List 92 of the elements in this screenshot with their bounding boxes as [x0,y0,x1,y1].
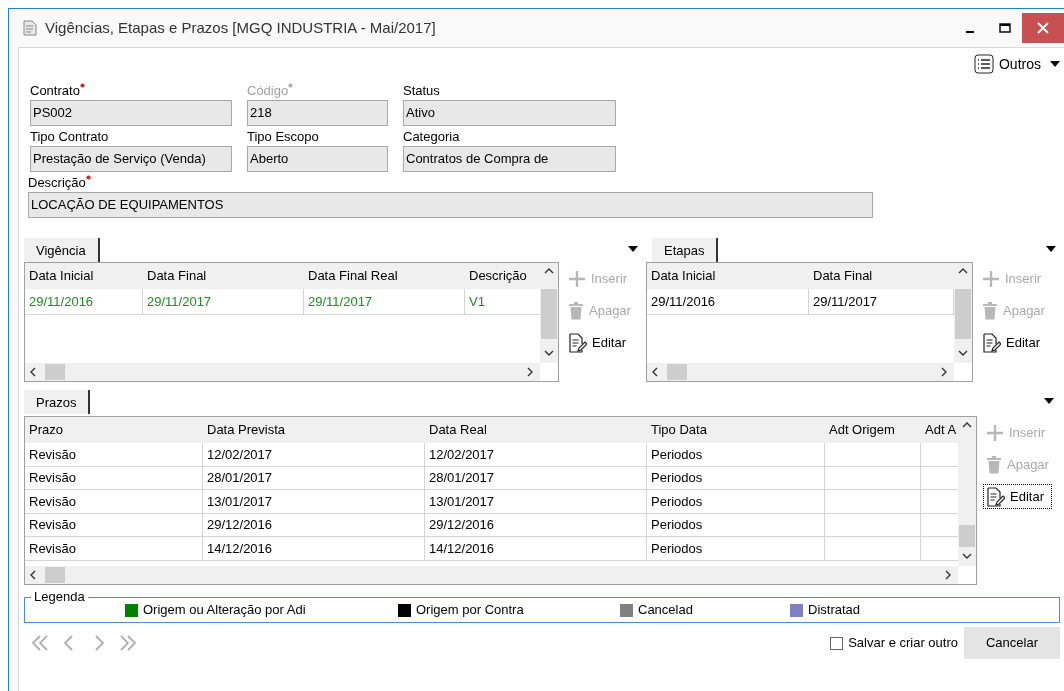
table-cell-text: 29/11/2017 [813,292,878,311]
document-icon [23,20,37,36]
legend-label: Origem ou Alteração por Adi [143,601,306,620]
edit-button[interactable]: Editar [979,330,1048,355]
text-field[interactable]: LOCAÇÃO DE EQUIPAMENTOS [28,192,873,218]
list-icon [974,54,994,74]
table-cell-text: V1 [469,292,485,311]
table-cell-text: Revisão [29,539,76,558]
column-header[interactable]: Prazo [29,420,63,440]
field-label: Código [247,81,289,100]
scrollbar-thumb[interactable] [541,289,557,339]
table-row[interactable]: 29/11/2016 29/11/2017 [647,289,954,315]
scrollbar-thumb[interactable] [959,525,975,547]
table-cell-text: 13/01/2017 [429,492,495,511]
text-field[interactable]: PS002 [30,100,232,126]
caret-down-icon[interactable] [1044,398,1054,404]
column-header[interactable]: Tipo Data [651,420,707,440]
table-cell-text: 29/11/2017 [147,292,212,311]
scrollbar-thumb[interactable] [45,364,65,380]
text-field[interactable]: Prestação de Serviço (Venda) [30,146,232,172]
close-button[interactable] [1022,13,1064,43]
document-pencil-icon [982,332,1001,353]
edit-button[interactable]: Editar [565,330,634,355]
caret-down-icon[interactable] [628,246,638,252]
plus-icon [568,269,586,288]
table-cell-text: Revisão [29,492,76,511]
text-field[interactable]: Contratos de Compra de [403,146,616,172]
edit-button[interactable]: Editar [983,484,1052,509]
plus-icon [982,269,1000,288]
field-label: Contrato [30,81,80,100]
table-cell-text: Periodos [651,492,703,511]
column-header[interactable]: Adt A [925,420,957,440]
table-cell-text: 29/11/2016 [29,292,94,311]
table-cell-text: Periodos [651,469,703,487]
table-cell-text: Periodos [651,445,703,464]
column-header[interactable]: Adt Origem [829,420,895,440]
column-header[interactable]: Descrição [469,266,527,286]
caret-down-icon[interactable] [1046,246,1056,252]
column-header[interactable]: Data Real [429,420,487,440]
legend-title: Legenda [31,589,88,605]
caret-down-icon [1050,61,1060,67]
field-label: Descrição [28,173,86,192]
scrollbar-thumb[interactable] [955,289,971,339]
column-header[interactable]: Data Final [813,266,873,286]
tab[interactable]: Etapas [652,240,717,262]
field-label: Tipo Escopo [247,127,319,146]
legend-label: Distratad [808,601,861,620]
trash-icon [568,301,584,320]
table-cell-text: 12/02/2017 [429,445,495,464]
table-cell-text: 13/01/2017 [207,492,273,511]
save-and-new-checkbox[interactable]: Salvar e criar outro [830,633,958,653]
trash-icon [982,301,998,320]
table-cell-text: 14/12/2016 [207,539,273,558]
table-cell-text: 28/01/2017 [429,469,495,487]
maximize-icon [998,23,1011,33]
tab[interactable]: Prazos [24,392,89,414]
close-icon [1037,22,1049,34]
field-label: Status [403,81,440,100]
document-pencil-icon [568,332,587,353]
table-cell-text: 29/12/2016 [207,516,273,534]
legend-label: Cancelad [638,601,693,620]
column-header[interactable]: Data Inicial [651,266,716,286]
scrollbar-thumb[interactable] [667,364,687,380]
window-title: Vigências, Etapas e Prazos [MGQ INDUSTRIA - Mai/2017] [45,17,436,38]
tab[interactable]: Vigência [24,240,98,262]
text-field[interactable]: Aberto [247,146,388,172]
table-cell-text: Periodos [651,539,703,558]
document-pencil-icon [986,486,1005,507]
column-header[interactable]: Data Prevista [207,420,286,440]
text-field[interactable]: Ativo [403,100,616,126]
column-header[interactable]: Data Final Real [308,266,398,286]
trash-icon [986,455,1002,474]
minimize-icon [965,31,974,33]
table-cell-text: 29/11/2016 [651,292,716,311]
field-label: Tipo Contrato [30,127,109,146]
column-header[interactable]: Data Inicial [29,266,94,286]
table-cell-text: 12/02/2017 [207,445,273,464]
table-cell-text: Revisão [29,445,76,464]
column-header[interactable]: Data Final [147,266,207,286]
scrollbar-thumb[interactable] [45,567,65,583]
table-cell-text: Revisão [29,469,76,487]
plus-icon [986,423,1004,442]
table-cell-text: 29/11/2017 [308,292,373,311]
outros-menu-button[interactable]: Outros [974,53,1060,75]
table-cell-text: 14/12/2016 [429,539,495,558]
table-cell-text: Periodos [651,516,703,534]
table-cell-text: 28/01/2017 [207,469,273,487]
legend-label: Origem por Contra [416,601,524,620]
field-label: Categoria [403,127,460,146]
table-cell-text: Revisão [29,516,76,534]
table-cell-text: 29/12/2016 [429,516,495,534]
cancel-button[interactable]: Cancelar [964,627,1060,659]
